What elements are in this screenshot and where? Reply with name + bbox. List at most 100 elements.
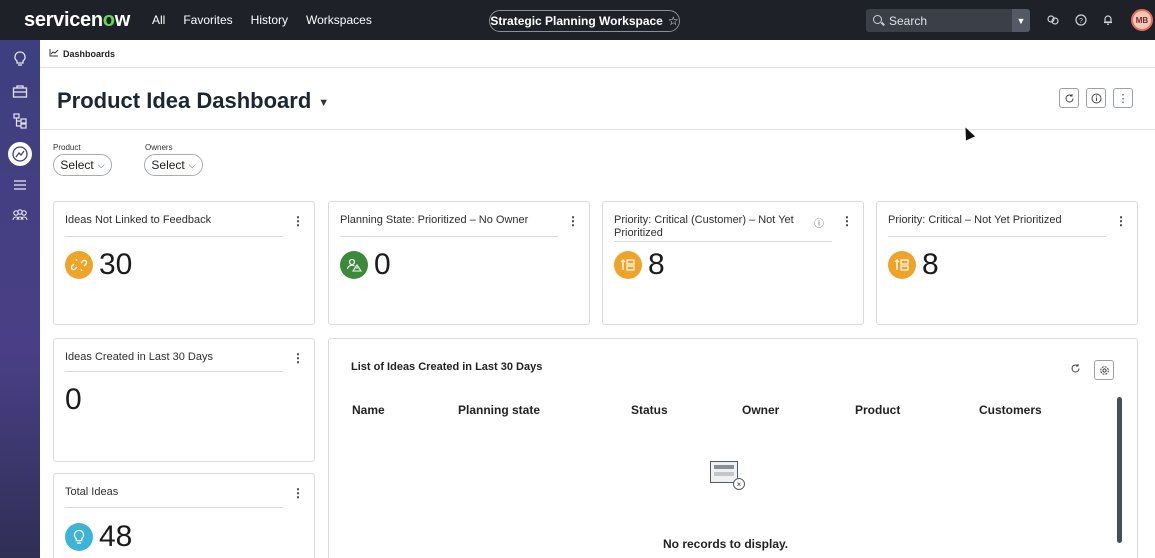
card-ideas-last-30-days[interactable]: Ideas Created in Last 30 Days ⋮ 0	[53, 338, 315, 462]
card-critical-customer-not-prioritized[interactable]: Priority: Critical (Customer) – Not Yet …	[602, 201, 864, 325]
more-icon[interactable]: ⋮	[567, 214, 579, 228]
list-icon[interactable]	[9, 174, 31, 196]
metric: 8	[888, 250, 939, 280]
card-title: Planning State: Prioritized – No Owner	[340, 214, 529, 226]
workspace-pill[interactable]: Strategic Planning Workspace ☆	[489, 10, 680, 32]
divider	[65, 236, 283, 237]
nav-workspaces[interactable]: Workspaces	[306, 13, 372, 27]
breadcrumb: Dashboards	[40, 40, 1155, 68]
priority-icon	[614, 251, 642, 279]
search-scope-dropdown[interactable]: ▼	[1012, 9, 1030, 32]
card-title: Ideas Created in Last 30 Days	[65, 351, 213, 363]
column-header-status[interactable]: Status	[631, 403, 668, 417]
search-input[interactable]: Search	[889, 14, 927, 28]
owners-filter-select[interactable]: Select ⌵	[144, 154, 203, 176]
list-title: List of Ideas Created in Last 30 Days	[351, 361, 543, 373]
scrollbar[interactable]	[1117, 397, 1122, 543]
divider	[65, 371, 283, 372]
info-button[interactable]	[1086, 88, 1106, 108]
divider	[614, 241, 832, 242]
briefcase-icon[interactable]	[9, 80, 31, 102]
chevron-down-icon: ⌵	[188, 159, 196, 170]
metric-value: 8	[648, 248, 665, 281]
more-options-button[interactable]: ⋮	[1113, 88, 1133, 108]
card-title: Total Ideas	[65, 486, 119, 498]
metric: 8	[614, 250, 665, 280]
dashboard-content: Ideas Not Linked to Feedback ⋮ 30 Planni…	[40, 190, 1155, 558]
divider	[340, 236, 558, 237]
hierarchy-icon[interactable]	[9, 110, 31, 132]
unlink-icon	[65, 251, 93, 279]
column-header-name[interactable]: Name	[352, 403, 385, 417]
workspace-name: Strategic Planning Workspace	[490, 14, 663, 28]
metric-value: 8	[922, 248, 939, 281]
servicenow-logo[interactable]: servicenow	[24, 9, 130, 32]
more-icon[interactable]: ⋮	[292, 351, 304, 365]
more-icon[interactable]: ⋮	[841, 214, 853, 228]
nav-history[interactable]: History	[251, 13, 288, 27]
refresh-icon[interactable]	[1070, 363, 1081, 377]
product-filter-value: Select	[60, 158, 94, 172]
gear-icon	[1099, 365, 1109, 375]
priority-icon	[888, 251, 916, 279]
owners-filter-value: Select	[151, 158, 185, 172]
nav-favorites[interactable]: Favorites	[183, 13, 232, 27]
metric: 30	[65, 250, 132, 280]
divider	[888, 236, 1106, 237]
chevron-down-icon[interactable]: ▼	[318, 97, 329, 109]
column-header-planning-state[interactable]: Planning state	[458, 403, 540, 417]
refresh-button[interactable]	[1059, 88, 1079, 108]
more-icon[interactable]: ⋮	[292, 214, 304, 228]
card-prioritized-no-owner[interactable]: Planning State: Prioritized – No Owner ⋮…	[328, 201, 590, 325]
svg-text:?: ?	[1079, 18, 1083, 25]
page-title[interactable]: Product Idea Dashboard ▼	[57, 88, 329, 114]
lightbulb-icon[interactable]	[9, 48, 31, 70]
filter-bar: Product Select ⌵ Owners Select ⌵	[40, 130, 1155, 190]
card-total-ideas[interactable]: Total Ideas ⋮ 48	[53, 473, 315, 558]
empty-message: No records to display.	[663, 537, 789, 551]
chevron-down-icon: ⌵	[97, 159, 105, 170]
settings-gear-button[interactable]	[1094, 360, 1114, 380]
card-title: Ideas Not Linked to Feedback	[65, 214, 212, 226]
more-icon: ⋮	[1117, 92, 1129, 105]
avatar[interactable]: MB	[1131, 9, 1153, 31]
dashboard-chart-icon[interactable]	[8, 142, 32, 166]
metric-value: 0	[374, 248, 391, 281]
star-icon[interactable]: ☆	[668, 14, 679, 28]
more-icon[interactable]: ⋮	[1115, 214, 1127, 228]
info-icon[interactable]: ⓘ	[814, 215, 824, 230]
metric: 48	[65, 522, 132, 552]
top-nav-menu: All Favorites History Workspaces	[152, 13, 372, 27]
dashboard-title: Product Idea Dashboard	[57, 88, 312, 113]
card-ideas-not-linked[interactable]: Ideas Not Linked to Feedback ⋮ 30	[53, 201, 315, 325]
top-navigation-bar: servicenow All Favorites History Workspa…	[0, 0, 1155, 40]
column-header-customers[interactable]: Customers	[979, 403, 1042, 417]
card-title: Priority: Critical (Customer) – Not Yet …	[614, 214, 794, 239]
lightbulb-icon	[65, 523, 93, 551]
card-critical-not-prioritized[interactable]: Priority: Critical – Not Yet Prioritized…	[876, 201, 1138, 325]
card-title: Priority: Critical – Not Yet Prioritized	[888, 214, 1062, 226]
breadcrumb-dashboards[interactable]: Dashboards	[63, 49, 115, 59]
user-warning-icon	[340, 251, 368, 279]
more-icon[interactable]: ⋮	[292, 486, 304, 500]
close-icon: ×	[733, 478, 745, 490]
divider	[65, 507, 283, 508]
column-header-owner[interactable]: Owner	[742, 403, 779, 417]
bell-icon[interactable]	[1101, 13, 1115, 27]
product-filter-select[interactable]: Select ⌵	[53, 154, 112, 176]
metric-value: 48	[99, 520, 133, 553]
nav-all[interactable]: All	[152, 13, 165, 27]
page-header: Product Idea Dashboard ▼ ⋮	[40, 68, 1155, 130]
info-icon	[1091, 93, 1101, 103]
global-search[interactable]: Search ▼	[866, 9, 1030, 32]
owners-filter-label: Owners	[145, 143, 173, 152]
metric: 0	[340, 250, 391, 280]
chart-line-icon	[49, 48, 59, 60]
column-header-product[interactable]: Product	[855, 403, 900, 417]
chat-icon[interactable]	[1046, 13, 1060, 27]
users-icon[interactable]	[9, 204, 31, 226]
metric-value: 30	[99, 248, 133, 281]
help-icon[interactable]: ?	[1074, 13, 1088, 27]
product-filter-label: Product	[53, 143, 81, 152]
search-icon	[871, 13, 887, 29]
